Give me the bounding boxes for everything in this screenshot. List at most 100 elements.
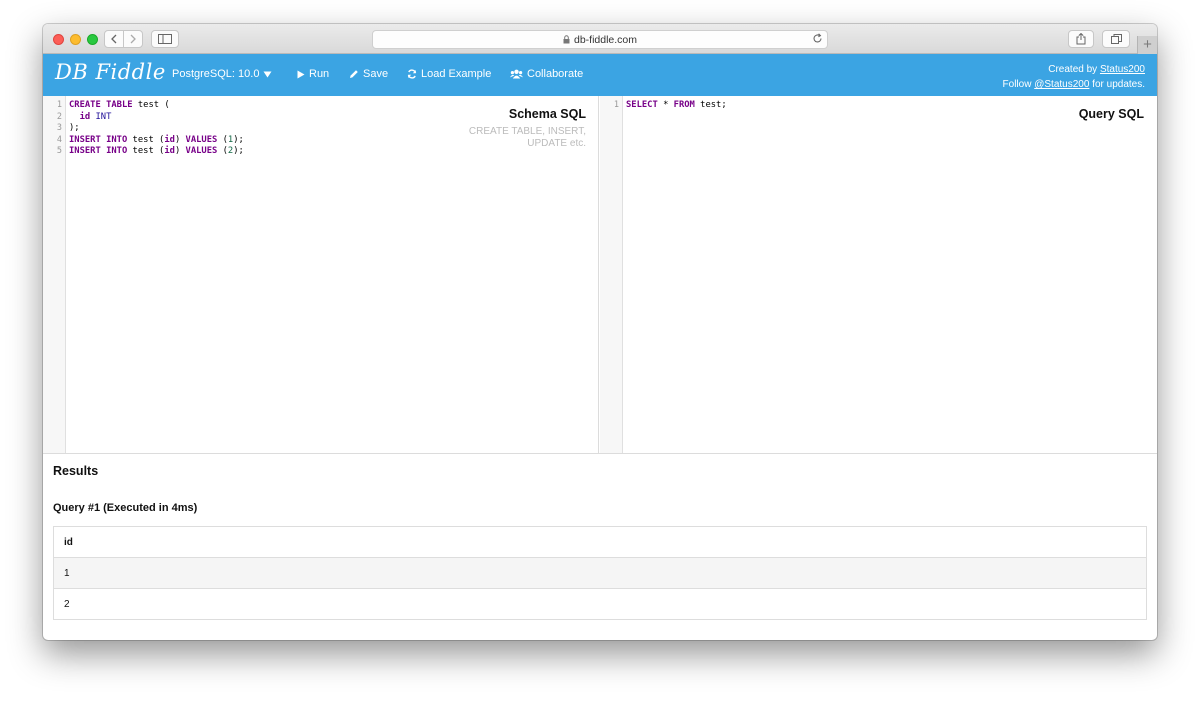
code-token: CREATE <box>69 100 101 110</box>
credits: Created by Status200 Follow @Status200 f… <box>1003 62 1145 92</box>
tabs-icon <box>1111 34 1122 44</box>
chevron-right-icon <box>129 34 137 44</box>
table-header-row: id <box>54 527 1147 558</box>
schema-title: Schema SQL <box>509 107 586 121</box>
collaborate-button[interactable]: Collaborate <box>510 68 583 80</box>
code-token: INTO <box>106 146 127 156</box>
code-token: id <box>164 135 175 145</box>
code-token: VALUES <box>186 146 218 156</box>
code-token: FROM <box>674 100 695 110</box>
line-number: 3 <box>43 123 65 135</box>
database-select-label: PostgreSQL: 10.0 <box>172 68 259 80</box>
code-token: * <box>658 100 674 110</box>
code-token: INSERT <box>69 146 101 156</box>
follow-text: Follow <box>1003 79 1035 90</box>
code-token: INTO <box>106 135 127 145</box>
schema-code[interactable]: CREATE TABLE test ( id INT);INSERT INTO … <box>69 100 244 158</box>
pencil-icon <box>349 69 359 79</box>
code-token: ); <box>233 135 244 145</box>
code-token: ) <box>175 135 186 145</box>
address-url: db-fiddle.com <box>574 34 637 46</box>
app-logo[interactable]: DB Fiddle <box>55 60 166 84</box>
refresh-icon <box>407 69 417 79</box>
save-button-label: Save <box>363 68 388 80</box>
line-number: 1 <box>600 100 622 112</box>
show-tabs-button[interactable] <box>1102 30 1130 48</box>
created-by-line: Created by Status200 <box>1003 62 1145 77</box>
code-token: SELECT <box>626 100 658 110</box>
table-row: 1 <box>54 558 1147 589</box>
code-token: INSERT <box>69 135 101 145</box>
save-button[interactable]: Save <box>349 68 388 80</box>
query-editor[interactable]: 1 SELECT * FROM test; Query SQL <box>600 96 1157 453</box>
share-icon <box>1076 33 1086 45</box>
lock-icon <box>563 35 570 44</box>
schema-hint: CREATE TABLE, INSERT, UPDATE etc. <box>446 126 586 149</box>
column-header: id <box>54 527 1147 558</box>
code-token: ) <box>175 146 186 156</box>
run-button[interactable]: Run <box>297 68 329 80</box>
follow-suffix-text: for updates. <box>1089 79 1145 90</box>
users-icon <box>510 69 523 79</box>
new-tab-button[interactable]: + <box>1137 36 1157 54</box>
code-token: test ( <box>127 135 164 145</box>
back-button[interactable] <box>104 30 124 48</box>
results-table: id 12 <box>53 526 1147 620</box>
query-code[interactable]: SELECT * FROM test; <box>626 100 727 112</box>
code-token: test; <box>695 100 727 110</box>
table-row: 2 <box>54 589 1147 620</box>
close-window-button[interactable] <box>53 34 64 45</box>
results-panel: Results Query #1 (Executed in 4ms) id 12 <box>43 454 1157 640</box>
code-token <box>69 112 80 122</box>
database-select[interactable]: PostgreSQL: 10.0 <box>172 68 272 80</box>
created-by-link[interactable]: Status200 <box>1100 64 1145 75</box>
code-token: ); <box>69 123 80 133</box>
created-by-text: Created by <box>1048 64 1100 75</box>
query-result-title: Query #1 (Executed in 4ms) <box>53 502 197 514</box>
code-token: ( <box>217 146 228 156</box>
line-number: 1 <box>43 100 65 112</box>
code-token: id <box>164 146 175 156</box>
load-example-button[interactable]: Load Example <box>407 68 491 80</box>
browser-window: db-fiddle.com + DB Fiddle PostgreSQL: 10… <box>43 24 1157 640</box>
schema-gutter: 12345 <box>43 96 66 453</box>
sidebar-icon <box>158 34 172 44</box>
code-token: VALUES <box>186 135 218 145</box>
code-token: TABLE <box>106 100 132 110</box>
reload-icon[interactable] <box>812 33 823 44</box>
code-token: test ( <box>127 146 164 156</box>
schema-editor[interactable]: 12345 CREATE TABLE test ( id INT); INSERT… <box>43 96 599 453</box>
code-line: INSERT INTO test (id) VALUES (2); <box>69 146 244 158</box>
sidebar-toggle-button[interactable] <box>151 30 179 48</box>
forward-button[interactable] <box>123 30 143 48</box>
load-example-label: Load Example <box>421 68 491 80</box>
editors-area: 12345 CREATE TABLE test ( id INT);INSERT… <box>43 96 1157 454</box>
query-gutter: 1 <box>600 96 623 453</box>
code-line: id INT <box>69 112 244 124</box>
app-header: DB Fiddle PostgreSQL: 10.0 Run Save Load… <box>43 54 1157 96</box>
line-number: 2 <box>43 112 65 124</box>
code-line: INSERT INTO test (id) VALUES (1); <box>69 135 244 147</box>
minimize-window-button[interactable] <box>70 34 81 45</box>
code-line: ); <box>69 123 244 135</box>
query-title: Query SQL <box>1079 107 1144 121</box>
browser-toolbar: db-fiddle.com + <box>43 24 1157 54</box>
line-number: 4 <box>43 135 65 147</box>
results-title: Results <box>53 464 98 478</box>
code-line: CREATE TABLE test ( <box>69 100 244 112</box>
address-bar[interactable]: db-fiddle.com <box>372 30 828 49</box>
zoom-window-button[interactable] <box>87 34 98 45</box>
code-token: INT <box>95 112 111 122</box>
line-number: 5 <box>43 146 65 158</box>
play-icon <box>297 70 305 79</box>
code-token: ( <box>217 135 228 145</box>
caret-down-icon <box>263 71 272 78</box>
follow-line: Follow @Status200 for updates. <box>1003 77 1145 92</box>
table-cell: 1 <box>54 558 1147 589</box>
follow-link[interactable]: @Status200 <box>1034 79 1089 90</box>
code-line: SELECT * FROM test; <box>626 100 727 112</box>
code-token: test ( <box>133 100 170 110</box>
table-cell: 2 <box>54 589 1147 620</box>
chevron-left-icon <box>110 34 118 44</box>
share-button[interactable] <box>1068 30 1094 48</box>
